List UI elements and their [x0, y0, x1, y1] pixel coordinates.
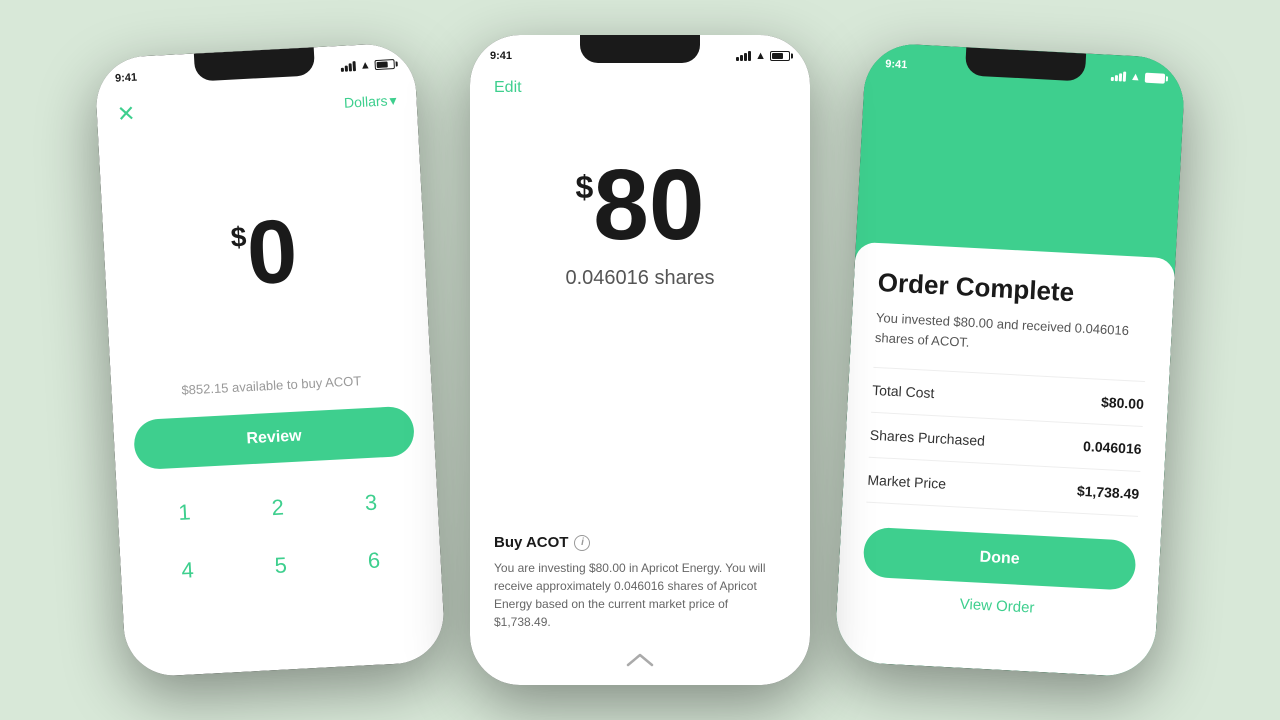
- order-complete-card: Order Complete You invested $80.00 and r…: [834, 242, 1176, 678]
- wifi-icon-2: ▲: [755, 50, 766, 62]
- battery-icon-3: [1145, 73, 1165, 84]
- key-3[interactable]: 3: [323, 472, 419, 535]
- phone-3: 9:41 ▲: [834, 42, 1186, 678]
- market-price-label: Market Price: [867, 472, 946, 492]
- key-2[interactable]: 2: [230, 476, 326, 539]
- key-5[interactable]: 5: [233, 534, 329, 597]
- dollars-selector[interactable]: Dollars ▾: [344, 92, 397, 112]
- view-order-button[interactable]: View Order: [861, 591, 1134, 622]
- total-cost-label: Total Cost: [872, 382, 935, 401]
- time-1: 9:41: [115, 72, 138, 85]
- close-button[interactable]: ✕: [116, 101, 136, 128]
- battery-icon-2: [770, 51, 790, 61]
- shares-purchased-value: 0.046016: [1083, 438, 1142, 457]
- amount-value: 0: [245, 206, 300, 298]
- chevron-up-icon: [624, 651, 656, 669]
- phone2-amount-section: $ 80 0.046016 shares: [494, 155, 786, 290]
- amount-display: $ 0: [229, 206, 299, 299]
- dollar-sign: $: [230, 221, 247, 254]
- phone-1: 9:41 ▲ ✕ Dollars ▾: [94, 42, 446, 678]
- wifi-icon-3: ▲: [1130, 71, 1142, 84]
- done-button[interactable]: Done: [862, 527, 1136, 591]
- phone2-amount-display: $ 80: [575, 155, 704, 255]
- wifi-icon-1: ▲: [360, 59, 372, 72]
- edit-button[interactable]: Edit: [494, 79, 522, 96]
- status-icons-3: ▲: [1111, 70, 1165, 85]
- shares-purchased-label: Shares Purchased: [869, 427, 985, 449]
- key-4[interactable]: 4: [139, 539, 235, 602]
- order-complete-title: Order Complete: [877, 267, 1150, 312]
- phone-2: 9:41 ▲ Edit $: [470, 35, 810, 685]
- buy-label: Buy ACOT i: [494, 534, 786, 551]
- phone2-info-section: Buy ACOT i You are investing $80.00 in A…: [494, 534, 786, 651]
- signal-icon-3: [1111, 71, 1127, 82]
- shares-count: 0.046016 shares: [565, 267, 714, 290]
- info-icon[interactable]: i: [574, 535, 590, 551]
- battery-icon-1: [374, 59, 394, 70]
- key-6[interactable]: 6: [326, 529, 422, 592]
- signal-icon-1: [341, 61, 357, 72]
- amount-value-2: 80: [593, 155, 704, 255]
- phone2-header: Edit: [494, 71, 786, 105]
- buy-description: You are investing $80.00 in Apricot Ener…: [494, 559, 786, 631]
- market-price-value: $1,738.49: [1077, 483, 1140, 502]
- key-1[interactable]: 1: [136, 481, 232, 544]
- phone1-content: ✕ Dollars ▾ $ 0 $852.15 available to buy…: [96, 78, 446, 678]
- dollar-sign-2: $: [575, 169, 593, 206]
- phone2-bottom: [494, 651, 786, 685]
- order-description: You invested $80.00 and received 0.04601…: [875, 308, 1149, 361]
- review-button[interactable]: Review: [133, 406, 415, 471]
- status-icons-1: ▲: [341, 58, 395, 73]
- total-cost-value: $80.00: [1101, 394, 1145, 412]
- phone3-content: 9:41 ▲: [834, 42, 1186, 678]
- time-2: 9:41: [490, 50, 512, 62]
- status-icons-2: ▲: [736, 50, 790, 62]
- phone2-content: Edit $ 80 0.046016 shares Buy ACOT i You…: [470, 71, 810, 685]
- notch-2: [580, 35, 700, 63]
- order-rows: Total Cost $80.00 Shares Purchased 0.046…: [866, 367, 1145, 517]
- signal-icon-2: [736, 51, 751, 61]
- available-text: $852.15 available to buy ACOT: [181, 373, 361, 397]
- time-3: 9:41: [885, 58, 908, 71]
- keypad: 1 2 3 4 5 6: [136, 472, 422, 602]
